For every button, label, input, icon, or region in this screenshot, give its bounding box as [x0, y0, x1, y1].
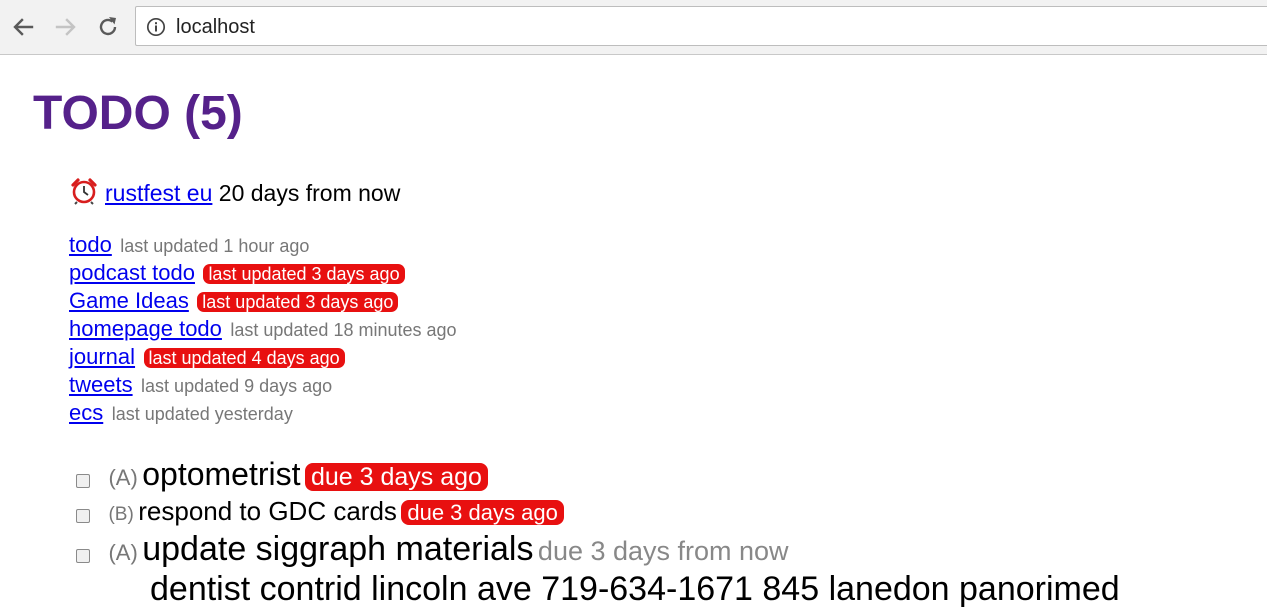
- list-updated-stale-badge: last updated 3 days ago: [203, 264, 405, 284]
- browser-toolbar: localhost: [0, 0, 1267, 55]
- task-title: respond to GDC cards: [138, 496, 397, 526]
- task-due-overdue-badge: due 3 days ago: [401, 500, 564, 525]
- list-item: journal last updated 4 days ago: [69, 343, 457, 371]
- task-title: update siggraph materials: [142, 530, 534, 568]
- task-item: dentist contrid lincoln ave 719-634-1671…: [150, 569, 1120, 609]
- list-link-homepage-todo[interactable]: homepage todo: [69, 316, 222, 341]
- list-link-podcast-todo[interactable]: podcast todo: [69, 260, 195, 285]
- list-updated: last updated yesterday: [111, 404, 293, 424]
- event-name: rustfest eu: [105, 180, 213, 206]
- event-link[interactable]: rustfest eu: [69, 178, 213, 206]
- list-item: homepage todo last updated 18 minutes ag…: [69, 315, 457, 343]
- forward-button[interactable]: [52, 12, 80, 42]
- list-updated: last updated 9 days ago: [141, 376, 333, 396]
- list-updated-stale-badge: last updated 3 days ago: [197, 292, 399, 312]
- task-due: due 3 days from now: [537, 536, 789, 566]
- task-priority: (A): [108, 540, 138, 565]
- page-title: TODO (5): [33, 87, 243, 140]
- arrow-left-icon: [13, 18, 34, 36]
- event-when: 20 days from now: [218, 180, 401, 206]
- upcoming-event: rustfest eu 20 days from now: [69, 177, 400, 208]
- list-item: Game Ideas last updated 3 days ago: [69, 287, 457, 315]
- list-item: tweets last updated 9 days ago: [69, 371, 457, 399]
- task-item: (B) respond to GDC cards due 3 days ago: [76, 493, 1120, 529]
- url-text[interactable]: localhost: [176, 16, 255, 38]
- reload-icon: [99, 17, 117, 36]
- task-list: (A) optometrist due 3 days ago (B) respo…: [76, 455, 1120, 609]
- list-item: podcast todo last updated 3 days ago: [69, 259, 457, 287]
- list-updated: last updated 1 hour ago: [120, 236, 310, 256]
- info-circle-icon[interactable]: [146, 17, 166, 37]
- list-updated-stale-badge: last updated 4 days ago: [143, 348, 345, 368]
- task-priority: (B): [108, 504, 134, 525]
- task-item: (A) update siggraph materials due 3 days…: [76, 529, 1120, 569]
- task-checkbox[interactable]: [76, 473, 90, 488]
- list-updated: last updated 18 minutes ago: [230, 320, 457, 340]
- arrow-right-icon: [55, 18, 76, 36]
- task-title: dentist contrid lincoln ave 719-634-1671…: [150, 570, 1120, 608]
- task-priority: (A): [108, 465, 138, 490]
- page-content: TODO (5) rustfest eu 20 days from now to…: [0, 55, 1267, 608]
- list-link-ecs[interactable]: ecs: [69, 400, 103, 425]
- reload-button[interactable]: [94, 12, 122, 42]
- list-link-tweets[interactable]: tweets: [69, 372, 133, 397]
- list-item: todo last updated 1 hour ago: [69, 231, 457, 259]
- back-button[interactable]: [9, 12, 37, 42]
- task-title: optometrist: [142, 456, 301, 492]
- task-due-overdue-badge: due 3 days ago: [304, 463, 488, 491]
- list-link-game-ideas[interactable]: Game Ideas: [69, 288, 189, 313]
- task-checkbox[interactable]: [76, 548, 90, 563]
- list-link-journal[interactable]: journal: [69, 344, 135, 369]
- address-bar[interactable]: localhost: [135, 6, 1267, 46]
- list-link-todo[interactable]: todo: [69, 232, 112, 257]
- task-item: (A) optometrist due 3 days ago: [76, 455, 1120, 493]
- task-checkbox[interactable]: [76, 508, 90, 523]
- list-item: ecs last updated yesterday: [69, 399, 457, 427]
- list-index: todo last updated 1 hour ago podcast tod…: [69, 231, 457, 427]
- alarm-clock-icon: [71, 178, 97, 205]
